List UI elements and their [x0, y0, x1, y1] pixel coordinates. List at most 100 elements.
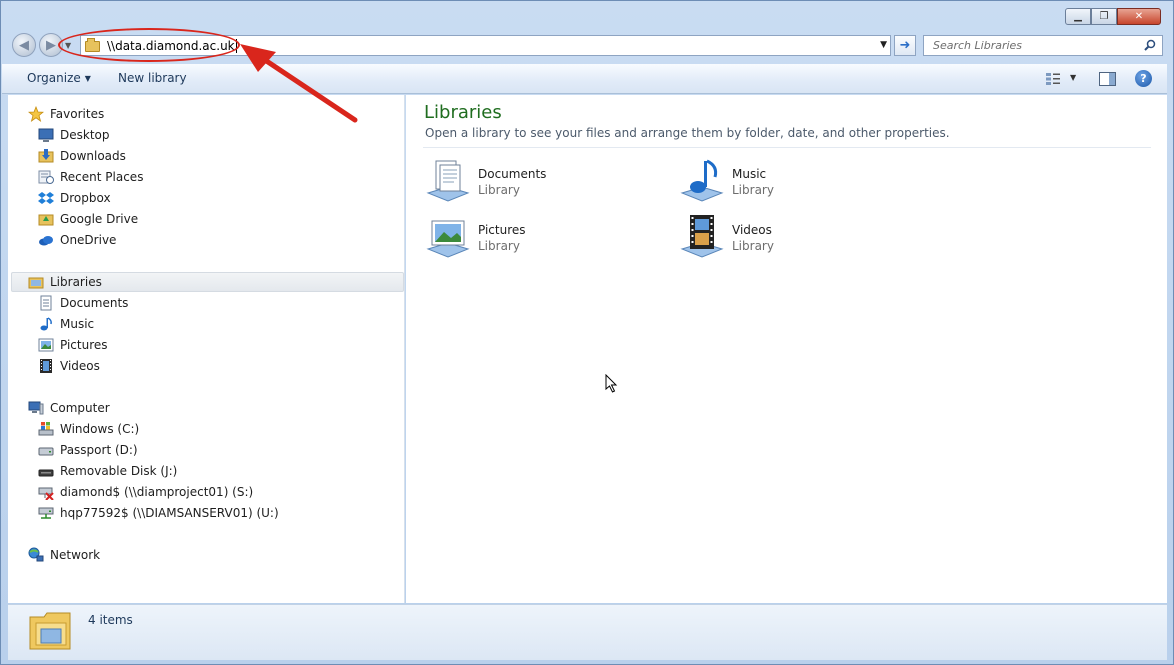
library-videos[interactable]: Videos Library [678, 213, 918, 263]
nav-label: Windows (C:) [60, 422, 140, 436]
view-options-dropdown[interactable]: ▼ [1070, 73, 1076, 82]
go-arrow-icon: ➜ [899, 38, 911, 53]
libraries-folder-icon [28, 277, 44, 289]
divider [423, 147, 1151, 148]
organize-button[interactable]: Organize ▼ [27, 71, 91, 85]
library-type: Library [478, 239, 520, 253]
forward-arrow-icon: ▶ [46, 37, 56, 53]
library-name: Documents [478, 167, 547, 181]
organize-label: Organize [27, 71, 81, 85]
nav-recent-places[interactable]: Recent Places [38, 167, 143, 187]
nav-drive-d[interactable]: Passport (D:) [38, 440, 138, 460]
nav-downloads[interactable]: Downloads [38, 146, 126, 166]
mouse-cursor-icon [605, 374, 618, 393]
libraries-folder-large-icon [29, 612, 71, 650]
command-bar: Organize ▼ New library ▼ ? [2, 64, 1167, 94]
nav-dropbox[interactable]: Dropbox [38, 188, 111, 208]
library-type: Library [732, 239, 774, 253]
navigation-pane: Favorites Desktop Downloads Recent Place… [8, 95, 405, 603]
search-input[interactable] [931, 38, 1131, 53]
nav-label: Libraries [50, 275, 102, 289]
computer-icon [28, 401, 44, 415]
minimize-button[interactable]: ▁ [1065, 8, 1091, 25]
library-pictures[interactable]: Pictures Library [424, 213, 664, 263]
nav-label: Downloads [60, 149, 126, 163]
nav-label: Removable Disk (J:) [60, 464, 178, 478]
pictures-library-icon [426, 220, 470, 258]
nav-favorites[interactable]: Favorites [28, 104, 104, 124]
nav-label: diamond$ (\\diamproject01) (S:) [60, 485, 254, 499]
library-name: Videos [732, 223, 772, 237]
details-pane: 4 items [8, 604, 1167, 660]
videos-library-icon [680, 215, 724, 258]
library-documents[interactable]: Documents Library [424, 157, 664, 207]
maximize-button[interactable]: ❐ [1091, 8, 1117, 25]
back-button[interactable]: ◀ [12, 33, 36, 57]
recent-places-icon [38, 170, 54, 184]
chevron-down-icon: ▼ [84, 74, 91, 83]
nav-label: Network [50, 548, 101, 562]
nav-onedrive[interactable]: OneDrive [38, 230, 116, 250]
network-icon [28, 547, 44, 562]
help-icon: ? [1140, 72, 1147, 85]
onedrive-cloud-icon [39, 236, 53, 246]
library-type: Library [732, 183, 774, 197]
nav-drive-s[interactable]: diamond$ (\\diamproject01) (S:) [38, 482, 253, 502]
change-view-icon[interactable] [1045, 72, 1061, 86]
content-pane: Libraries Open a library to see your fil… [406, 95, 1167, 603]
nav-pictures[interactable]: Pictures [38, 335, 108, 355]
documents-icon [40, 295, 52, 311]
new-library-button[interactable]: New library [118, 71, 187, 85]
go-button[interactable]: ➜ [894, 35, 916, 56]
nav-documents[interactable]: Documents [38, 293, 128, 313]
nav-desktop[interactable]: Desktop [38, 125, 110, 145]
address-dropdown-icon[interactable]: ▼ [880, 40, 887, 50]
nav-label: Favorites [50, 107, 105, 121]
nav-network[interactable]: Network [28, 545, 100, 565]
nav-label: Videos [60, 359, 100, 373]
nav-label: Desktop [60, 128, 110, 142]
item-count: 4 items [88, 613, 133, 627]
windows-drive-icon [38, 422, 54, 436]
nav-label: Music [60, 317, 95, 331]
window-controls: ▁ ❐ ✕ [1065, 8, 1161, 25]
library-type: Library [478, 183, 520, 197]
google-drive-folder-icon [38, 214, 54, 226]
dropbox-icon [38, 192, 54, 204]
preview-pane-button[interactable] [1099, 72, 1116, 86]
videos-film-icon [40, 359, 52, 373]
hard-drive-icon [38, 447, 54, 456]
help-button[interactable]: ? [1135, 70, 1152, 87]
nav-drive-u[interactable]: hqp77592$ (\\DIAMSANSERV01) (U:) [38, 503, 279, 523]
maximize-icon: ❐ [1099, 11, 1109, 22]
disconnected-network-drive-icon [38, 487, 54, 500]
nav-google-drive[interactable]: Google Drive [38, 209, 138, 229]
documents-library-icon [426, 160, 470, 202]
nav-videos[interactable]: Videos [38, 356, 100, 376]
explorer-window: ▁ ❐ ✕ ◀ ▶ ▼ \\data.diamond.ac.uk ▼ ➜ Org… [0, 0, 1174, 665]
search-box[interactable] [923, 35, 1163, 56]
nav-drive-c[interactable]: Windows (C:) [38, 419, 139, 439]
close-icon: ✕ [1134, 11, 1144, 22]
pictures-icon [38, 338, 54, 352]
music-note-icon [40, 317, 52, 331]
back-arrow-icon: ◀ [19, 37, 29, 53]
downloads-folder-icon [38, 149, 54, 163]
library-name: Pictures [478, 223, 526, 237]
nav-label: Dropbox [60, 191, 111, 205]
nav-label: hqp77592$ (\\DIAMSANSERV01) (U:) [60, 506, 279, 520]
nav-label: Computer [50, 401, 110, 415]
nav-music[interactable]: Music [38, 314, 94, 334]
nav-computer[interactable]: Computer [28, 398, 110, 418]
music-library-icon [680, 159, 724, 202]
library-music[interactable]: Music Library [678, 157, 918, 207]
nav-drive-j[interactable]: Removable Disk (J:) [38, 461, 177, 481]
close-button[interactable]: ✕ [1117, 8, 1161, 25]
nav-label: Recent Places [60, 170, 144, 184]
nav-label: Passport (D:) [60, 443, 138, 457]
removable-disk-icon [38, 469, 54, 477]
minimize-icon: ▁ [1074, 11, 1082, 22]
nav-label: Google Drive [60, 212, 139, 226]
search-icon[interactable] [1144, 39, 1156, 51]
nav-libraries[interactable]: Libraries [11, 272, 404, 292]
